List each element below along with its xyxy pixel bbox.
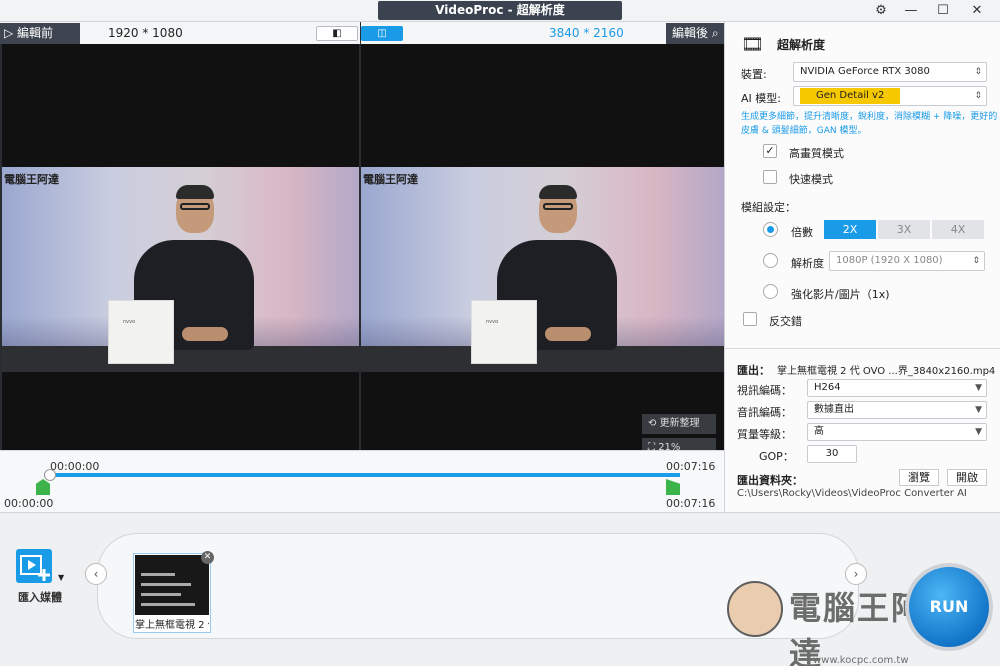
panel-title: 超解析度	[777, 38, 826, 52]
deinterlace-checkbox[interactable]	[743, 312, 757, 326]
output-filename[interactable]: 掌上無框電視 2 代 OVO ...界_3840x2160.mp4	[777, 362, 995, 377]
scale-radio[interactable]	[763, 222, 778, 237]
before-pane-header: ▷ 編輯前 1920 * 1080 ◧	[0, 22, 360, 44]
product-box: nvvo	[108, 300, 174, 364]
video-frame: 電腦王阿達 nvvo	[2, 167, 359, 372]
mascot-logo	[727, 581, 783, 637]
browse-button[interactable]: 瀏覽	[899, 469, 939, 486]
title-bar: VideoProc - 超解析度 ⚙ — ☐ ✕	[0, 0, 1000, 22]
resolution-label: 解析度	[791, 257, 824, 270]
scale-label: 倍數	[791, 226, 813, 239]
preview-area: ▷ 編輯前 1920 * 1080 ◧ ◫ 3840 * 2160 編輯後 ⌕ …	[0, 22, 724, 472]
quality-label: 質量等級：	[737, 428, 792, 441]
after-pane-header: ◫ 3840 * 2160 編輯後 ⌕	[361, 22, 724, 44]
audio-codec-label: 音訊編碼：	[737, 406, 792, 419]
panel-divider	[725, 348, 1000, 349]
minimize-button[interactable]: —	[896, 2, 926, 20]
video-codec-label: 視訊編碼：	[737, 384, 792, 397]
quality-select[interactable]: 高 ▼	[807, 423, 987, 441]
after-video[interactable]: 電腦王阿達 nvvo ⟲ 更新整理 ⛶ 21%	[361, 44, 724, 472]
updown-icon: ⇕	[974, 91, 982, 101]
trim-start-time: 00:00:00	[4, 497, 54, 510]
clip-caption: 掌上無框電視 2 代	[135, 620, 209, 631]
model-label: AI 模型:	[741, 92, 781, 105]
app-window: VideoProc - 超解析度 ⚙ — ☐ ✕ ▷ 編輯前 1920 * 10…	[0, 0, 1000, 666]
before-video[interactable]: 電腦王阿達 nvvo	[2, 44, 359, 472]
chevron-down-icon: ▼	[975, 427, 982, 437]
chevron-down-icon: ▼	[975, 383, 982, 393]
timeline: 00:00:00 00:07:16 00:00:00 00:07:16	[0, 450, 724, 512]
before-label: ▷ 編輯前	[0, 23, 80, 44]
import-media-label: 匯入媒體	[18, 591, 62, 604]
resolution-radio[interactable]	[763, 253, 778, 268]
device-label: 裝置:	[741, 68, 767, 81]
video-frame: 電腦王阿達 nvvo	[361, 167, 724, 372]
audio-codec-select[interactable]: 數據直出 ▼	[807, 401, 987, 419]
output-folder-label: 匯出資料夾：	[737, 474, 803, 487]
split-view-button[interactable]: ◧	[316, 26, 358, 41]
scale-2x-button[interactable]: 2X	[824, 220, 876, 239]
model-description: 生成更多細節，提升清晰度，銳利度，消除模糊 + 降噪，更好的 皮膚 & 頭髮細節…	[741, 112, 998, 136]
brand-mark: 電腦王阿達	[4, 173, 59, 186]
maximize-button[interactable]: ☐	[928, 2, 958, 20]
video-codec-select[interactable]: H264 ▼	[807, 379, 987, 397]
after-resolution: 3840 * 2160	[549, 26, 624, 40]
timeline-end-time: 00:07:16	[666, 460, 716, 473]
after-label: 編輯後 ⌕	[666, 23, 724, 44]
before-resolution: 1920 * 1080	[108, 26, 183, 40]
hq-mode-checkbox[interactable]: ✓	[763, 144, 777, 158]
fast-mode-label: 快速模式	[789, 173, 833, 186]
remove-clip-icon[interactable]: ✕	[201, 551, 214, 564]
site-watermark: 電腦王阿達 www.kocpc.com.tw	[727, 573, 927, 666]
trim-start-handle[interactable]	[36, 479, 50, 495]
window-title: VideoProc - 超解析度	[378, 1, 622, 20]
fast-mode-checkbox[interactable]	[763, 170, 777, 184]
device-select[interactable]: NVIDIA GeForce RTX 3080 ⇕	[793, 62, 987, 82]
scroll-left-button[interactable]: ‹	[85, 563, 107, 585]
gop-label: GOP：	[759, 450, 794, 463]
updown-icon: ⇕	[972, 256, 980, 266]
scale-3x-button[interactable]: 3X	[878, 220, 930, 239]
deinterlace-label: 反交錯	[769, 315, 802, 328]
updown-icon: ⇕	[974, 67, 982, 77]
caret-down-icon[interactable]: ▼	[58, 573, 64, 582]
enhance-label: 強化影片/圖片（1x)	[791, 288, 890, 301]
timeline-track[interactable]	[44, 473, 680, 477]
close-button[interactable]: ✕	[962, 2, 992, 20]
clip-thumbnail[interactable]: 掌上無框電視 2 代	[133, 553, 211, 633]
clip-preview-image	[135, 555, 209, 615]
output-folder-path: C:\Users\Rocky\Videos\VideoProc Converte…	[737, 488, 967, 499]
side-by-side-view-button[interactable]: ◫	[361, 26, 403, 41]
hq-mode-label: 高畫質模式	[789, 147, 844, 160]
output-label: 匯出：	[737, 364, 770, 377]
settings-panel: 🎞 超解析度 裝置: NVIDIA GeForce RTX 3080 ⇕ AI 模…	[724, 22, 1000, 512]
model-select[interactable]: Gen Detail v2 ⇕	[793, 86, 987, 106]
module-settings-label: 模組設定：	[741, 201, 796, 214]
media-strip: ▼ 匯入媒體 ‹ › 掌上無框電視 2 代 ✕ 電腦王阿達 www.kocpc.…	[0, 512, 1000, 666]
resolution-select[interactable]: 1080P (1920 X 1080) ⇕	[829, 251, 985, 271]
playhead-handle[interactable]	[44, 469, 56, 481]
gop-input[interactable]: 30	[807, 445, 857, 463]
run-button[interactable]: RUN	[905, 563, 993, 651]
refresh-icon: ⟲	[648, 418, 657, 429]
scale-4x-button[interactable]: 4X	[932, 220, 984, 239]
product-box: nvvo	[471, 300, 537, 364]
import-media-icon[interactable]	[16, 549, 52, 583]
refresh-button[interactable]: ⟲ 更新整理	[642, 414, 716, 434]
film-reel-icon: 🎞	[741, 34, 764, 55]
timeline-current-time: 00:00:00	[50, 460, 100, 473]
enhance-radio[interactable]	[763, 284, 778, 299]
trim-end-handle[interactable]	[666, 479, 680, 495]
trim-end-time: 00:07:16	[666, 497, 716, 510]
gear-icon[interactable]: ⚙	[866, 2, 896, 20]
search-icon[interactable]: ⌕	[712, 26, 719, 40]
brand-mark: 電腦王阿達	[363, 173, 418, 186]
chevron-down-icon: ▼	[975, 405, 982, 415]
open-folder-button[interactable]: 開啟	[947, 469, 987, 486]
